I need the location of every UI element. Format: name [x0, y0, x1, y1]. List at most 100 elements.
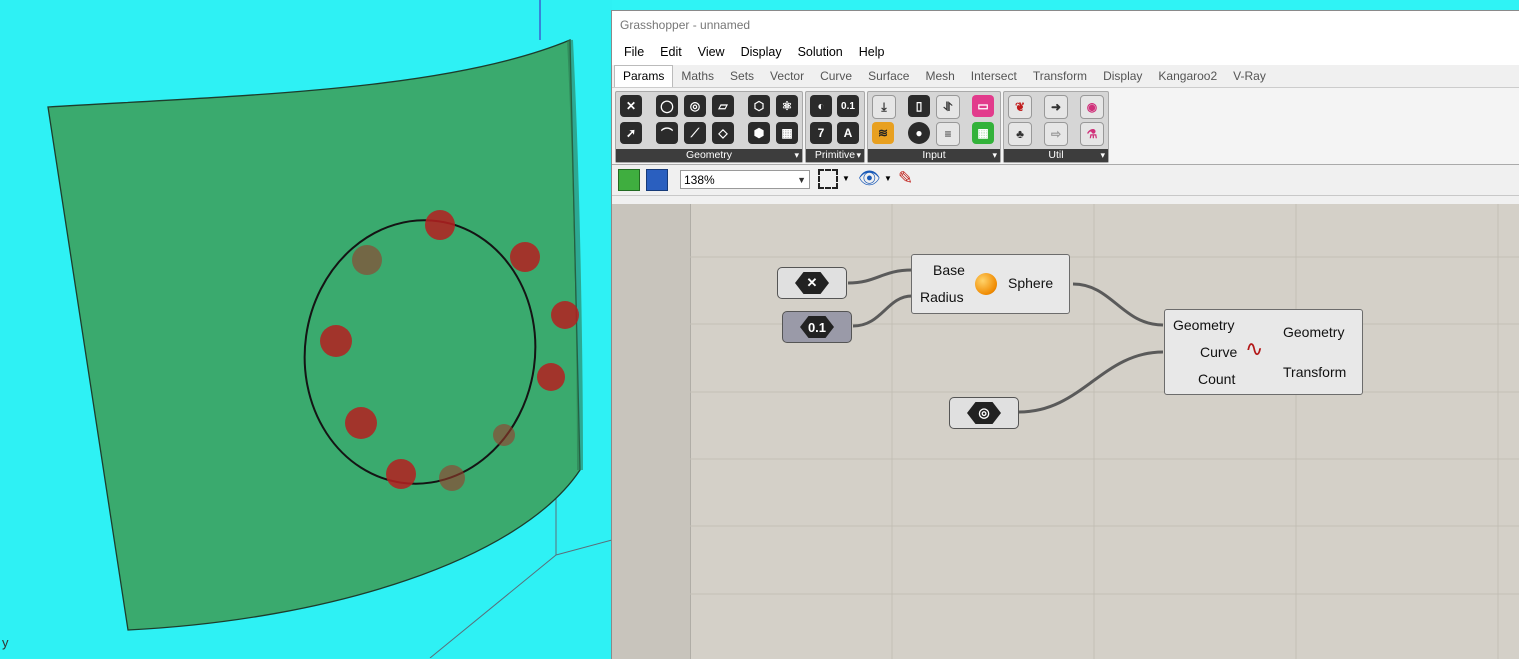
zoom-value: 138%	[684, 173, 715, 187]
circle-icon[interactable]: ◯	[656, 95, 678, 117]
grasshopper-window: Grasshopper - unnamed File Edit View Dis…	[611, 10, 1519, 659]
panel-input: ⤓ ≋ ▯ ⥯ ● ≡ ▭ ▦ Input ▾	[867, 91, 1001, 163]
tab-kangaroo2[interactable]: Kangaroo2	[1150, 66, 1225, 87]
component-tabs: Params Maths Sets Vector Curve Surface M…	[612, 65, 1519, 87]
wire-curve-to-array	[1018, 350, 1164, 414]
number-param-value: 0.1	[800, 316, 834, 338]
menu-display[interactable]: Display	[733, 45, 790, 59]
line-icon[interactable]: ⟋	[684, 122, 706, 144]
menu-edit[interactable]: Edit	[652, 45, 690, 59]
menu-view[interactable]: View	[690, 45, 733, 59]
viewport-scene	[47, 0, 612, 658]
expand-icon[interactable]: ▾	[992, 149, 997, 162]
surface-icon[interactable]: ▱	[712, 95, 734, 117]
input-base: Base	[933, 262, 965, 278]
curve-param-node[interactable]: ◎	[949, 397, 1019, 429]
menu-solution[interactable]: Solution	[790, 45, 851, 59]
tab-maths[interactable]: Maths	[673, 66, 722, 87]
sketch-pen-icon[interactable]: ✎	[898, 169, 918, 189]
menu-file[interactable]: File	[616, 45, 652, 59]
tree-icon[interactable]: ♣	[1008, 122, 1032, 146]
save-icon[interactable]	[646, 169, 668, 191]
panel-label-geometry: Geometry ▾	[616, 149, 802, 162]
cherry-icon[interactable]: ❦	[1008, 95, 1032, 119]
mesh-icon[interactable]: ▦	[776, 122, 798, 144]
curve-icon[interactable]: ◎	[684, 95, 706, 117]
panel-label-util: Util ▾	[1004, 149, 1108, 162]
sphere-component[interactable]: Base Radius Sphere	[911, 254, 1070, 314]
arrow-outline-icon[interactable]: ⇨	[1044, 122, 1068, 146]
rhino-viewport[interactable]: y	[0, 0, 612, 658]
value-list-icon[interactable]: ≡	[936, 122, 960, 146]
expand-icon[interactable]: ▾	[794, 149, 799, 162]
curve-array-component[interactable]: Geometry Curve Count ∿ Geometry Transfor…	[1164, 309, 1363, 395]
point-param-icon: ✕	[795, 272, 829, 294]
slider-icon[interactable]: ⥯	[936, 95, 960, 119]
sphere-9	[320, 325, 352, 357]
arc-icon[interactable]: ⌒	[656, 122, 678, 144]
number-param-node[interactable]: 0.1	[782, 311, 852, 343]
sphere-8	[345, 407, 377, 439]
menu-bar: File Edit View Display Solution Help	[612, 39, 1519, 65]
panel-geometry: ✕ ➚ ◯ ◎ ▱ ⌒ ⟋ ◇ ⬡ ⚛ ⬢ ▦ Geometry ▾	[615, 91, 803, 163]
point-icon[interactable]: ✕	[620, 95, 642, 117]
number-icon[interactable]: 0.1	[837, 95, 859, 117]
tab-transform[interactable]: Transform	[1025, 66, 1095, 87]
atom-icon[interactable]: ⚛	[776, 95, 798, 117]
tab-vray[interactable]: V-Ray	[1225, 66, 1274, 87]
pink-sphere-icon[interactable]: ◉	[1080, 95, 1104, 119]
data-input-icon[interactable]: ⤓	[872, 95, 896, 119]
zoom-extents-icon[interactable]	[818, 169, 838, 189]
panel-label-input: Input ▾	[868, 149, 1000, 162]
panel-util: ❦ ♣ ➜ ⇨ ◉ ⚗ Util ▾	[1003, 91, 1109, 163]
rhino-toolbar-fragment	[1389, 0, 1519, 10]
tab-params[interactable]: Params	[614, 65, 674, 87]
tab-intersect[interactable]: Intersect	[963, 66, 1025, 87]
plane-icon[interactable]: ◇	[712, 122, 734, 144]
chevron-down-icon[interactable]: ▼	[884, 169, 892, 189]
wire-point-to-base	[847, 268, 913, 285]
panel-geometry-text: Geometry	[685, 149, 733, 161]
expand-icon[interactable]: ▾	[856, 149, 861, 162]
tab-surface[interactable]: Surface	[860, 66, 917, 87]
graph-mapper-icon[interactable]: ≋	[872, 122, 894, 144]
expand-icon[interactable]: ▾	[1100, 149, 1105, 162]
sphere-3	[551, 301, 579, 329]
tab-mesh[interactable]: Mesh	[917, 66, 962, 87]
point-param-node[interactable]: ✕	[777, 267, 847, 299]
button-icon[interactable]: ●	[908, 122, 930, 144]
colour-swatch-icon[interactable]: ▦	[972, 122, 994, 144]
sphere-10	[352, 245, 382, 275]
output-sphere: Sphere	[1008, 275, 1054, 291]
panel-util-text: Util	[1048, 149, 1064, 161]
sphere-6	[439, 465, 465, 491]
gradient-icon[interactable]: ▭	[972, 95, 994, 117]
panel-primitive-text: Primitive	[814, 149, 856, 161]
sphere-2	[510, 242, 540, 272]
panel-input-text: Input	[922, 149, 946, 161]
chevron-down-icon[interactable]: ▼	[842, 169, 850, 189]
geometry-icon[interactable]: ⬢	[748, 122, 770, 144]
menu-help[interactable]: Help	[851, 45, 893, 59]
surface	[47, 39, 581, 631]
sphere-7	[386, 459, 416, 489]
tab-display[interactable]: Display	[1095, 66, 1150, 87]
boolean-icon[interactable]: ◐	[810, 95, 832, 117]
box-icon[interactable]: ⬡	[748, 95, 770, 117]
tab-sets[interactable]: Sets	[722, 66, 762, 87]
eye-icon[interactable]: 👁	[858, 169, 881, 189]
toggle-icon[interactable]: ▯	[908, 95, 930, 117]
wire-sphere-to-geometry	[1072, 282, 1164, 327]
text-icon[interactable]: A	[837, 122, 859, 144]
tab-curve[interactable]: Curve	[812, 66, 860, 87]
zoom-select[interactable]: 138% ▼	[680, 170, 810, 189]
wire-number-to-radius	[852, 294, 913, 328]
tab-vector[interactable]: Vector	[762, 66, 812, 87]
vector-icon[interactable]: ➚	[620, 122, 642, 144]
integer-icon[interactable]: 7	[810, 122, 832, 144]
arrow-icon[interactable]: ➜	[1044, 95, 1068, 119]
flask-icon[interactable]: ⚗	[1080, 122, 1104, 146]
open-file-icon[interactable]	[618, 169, 640, 191]
array-curve-icon: ∿	[1245, 336, 1264, 361]
gh-canvas[interactable]: ✕ 0.1 Base Radius Sphere ◎ Geometry Curv…	[612, 204, 1519, 659]
